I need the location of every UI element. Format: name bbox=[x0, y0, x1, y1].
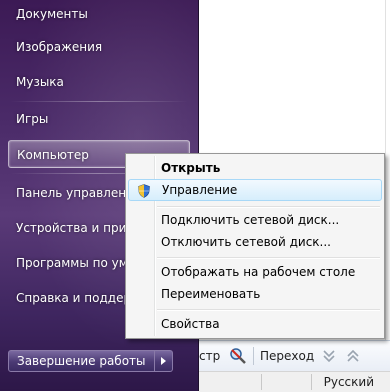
computer-context-menu: Открыть Управление Подключить сетевой ди… bbox=[125, 153, 385, 339]
ctx-separator bbox=[157, 257, 380, 259]
ctx-item-properties[interactable]: Свойства bbox=[128, 313, 382, 335]
start-item-music[interactable]: Музыка bbox=[8, 68, 190, 96]
ctx-item-rename[interactable]: Переименовать bbox=[128, 283, 382, 305]
shutdown-options-arrow-icon[interactable] bbox=[154, 350, 173, 372]
ctx-separator bbox=[157, 206, 380, 208]
shutdown-group: Завершение работы bbox=[8, 350, 173, 372]
menu-separator bbox=[10, 101, 188, 102]
goto-label[interactable]: Переход bbox=[260, 349, 314, 363]
upload-arrow-icon[interactable] bbox=[345, 348, 361, 364]
ctx-item-manage[interactable]: Управление bbox=[128, 179, 382, 201]
start-item-documents[interactable]: Документы bbox=[8, 0, 190, 28]
download-arrow-icon[interactable] bbox=[321, 348, 337, 364]
status-bar: Русский bbox=[199, 371, 390, 392]
status-divider bbox=[261, 374, 262, 390]
start-item-pictures[interactable]: Изображения bbox=[8, 33, 190, 61]
start-item-games[interactable]: Игры bbox=[8, 105, 190, 133]
shutdown-button[interactable]: Завершение работы bbox=[8, 350, 155, 372]
toolbar-partial-label: стр bbox=[199, 349, 221, 363]
ctx-separator bbox=[157, 309, 380, 311]
search-tool-icon[interactable] bbox=[229, 347, 247, 365]
ctx-item-disconnect-network-drive[interactable]: Отключить сетевой диск... bbox=[128, 231, 382, 253]
ctx-item-show-on-desktop[interactable]: Отображать на рабочем столе bbox=[128, 261, 382, 283]
status-divider bbox=[311, 374, 312, 390]
explorer-toolbar: стр Переход bbox=[199, 340, 390, 371]
ctx-item-open[interactable]: Открыть bbox=[128, 157, 382, 179]
explorer-divider bbox=[385, 0, 386, 340]
ctx-item-manage-label: Управление bbox=[162, 183, 238, 197]
language-indicator: Русский bbox=[323, 375, 374, 389]
ctx-item-map-network-drive[interactable]: Подключить сетевой диск... bbox=[128, 209, 382, 231]
toolbar-separator bbox=[253, 347, 254, 365]
uac-shield-icon bbox=[137, 184, 151, 198]
